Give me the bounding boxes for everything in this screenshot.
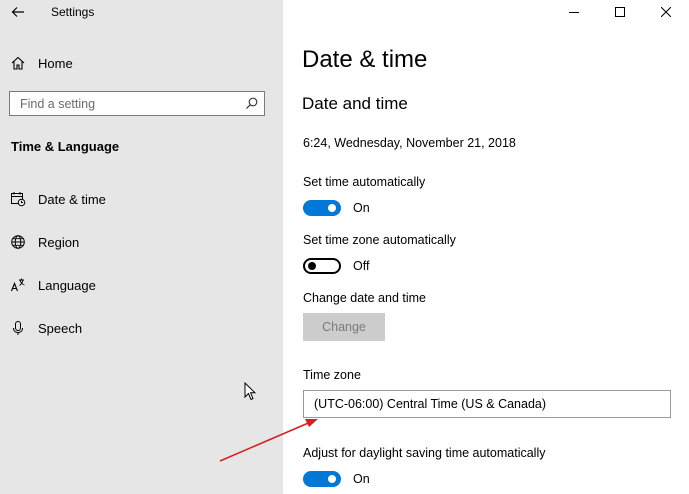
sidebar-item-label: Speech	[38, 320, 83, 336]
set-time-auto-toggle[interactable]	[303, 200, 341, 216]
set-timezone-auto-toggle[interactable]	[303, 258, 341, 274]
mouse-cursor-icon	[244, 382, 256, 401]
microphone-icon	[13, 321, 23, 335]
sidebar-item-speech[interactable]: Speech	[10, 318, 82, 338]
daylight-saving-toggle[interactable]	[303, 471, 341, 487]
toggle-state: On	[353, 201, 370, 215]
page-title: Date & time	[302, 46, 428, 73]
sidebar-item-label: Language	[38, 277, 96, 293]
set-timezone-auto-row: Off	[303, 256, 369, 276]
set-time-auto-row: On	[303, 198, 370, 218]
daylight-saving-label: Adjust for daylight saving time automati…	[303, 446, 546, 460]
sidebar-item-language[interactable]: Language	[10, 275, 96, 295]
calendar-clock-icon	[11, 192, 26, 207]
time-zone-value: (UTC-06:00) Central Time (US & Canada)	[314, 397, 547, 411]
change-button[interactable]: Change	[303, 313, 385, 341]
sidebar-item-region[interactable]: Region	[10, 232, 79, 252]
language-icon	[10, 278, 25, 292]
title-bar: Settings	[0, 0, 283, 26]
change-datetime-label: Change date and time	[303, 291, 427, 305]
current-datetime: 6:24, Wednesday, November 21, 2018	[303, 136, 516, 150]
search-input[interactable]	[10, 92, 240, 115]
main-content: Date & time Date and time 6:24, Wednesda…	[283, 0, 689, 494]
sidebar-item-label: Date & time	[38, 191, 106, 207]
search-box[interactable]	[9, 91, 265, 116]
sidebar-item-home[interactable]: Home	[10, 53, 73, 73]
sidebar-item-label: Home	[38, 55, 73, 71]
sidebar-item-date-time[interactable]: Date & time	[10, 189, 106, 209]
toggle-knob	[328, 475, 336, 483]
time-zone-label: Time zone	[303, 368, 361, 382]
globe-icon	[11, 235, 25, 249]
time-zone-dropdown[interactable]: (UTC-06:00) Central Time (US & Canada)	[303, 390, 671, 418]
sidebar-item-label: Region	[38, 234, 80, 250]
daylight-saving-row: On	[303, 469, 370, 489]
sidebar: Settings Home Time & Language Date & tim…	[0, 0, 283, 494]
section-title: Time & Language	[11, 139, 120, 154]
toggle-knob	[328, 204, 336, 212]
set-timezone-auto-label: Set time zone automatically	[303, 233, 456, 247]
toggle-knob	[308, 262, 316, 270]
search-icon[interactable]	[245, 97, 258, 110]
set-time-auto-label: Set time automatically	[303, 175, 426, 189]
toggle-state: On	[353, 472, 370, 486]
home-icon	[11, 56, 25, 70]
toggle-state: Off	[353, 259, 370, 273]
section-heading: Date and time	[302, 94, 408, 113]
back-arrow-icon[interactable]	[10, 4, 26, 20]
app-title: Settings	[51, 5, 95, 19]
